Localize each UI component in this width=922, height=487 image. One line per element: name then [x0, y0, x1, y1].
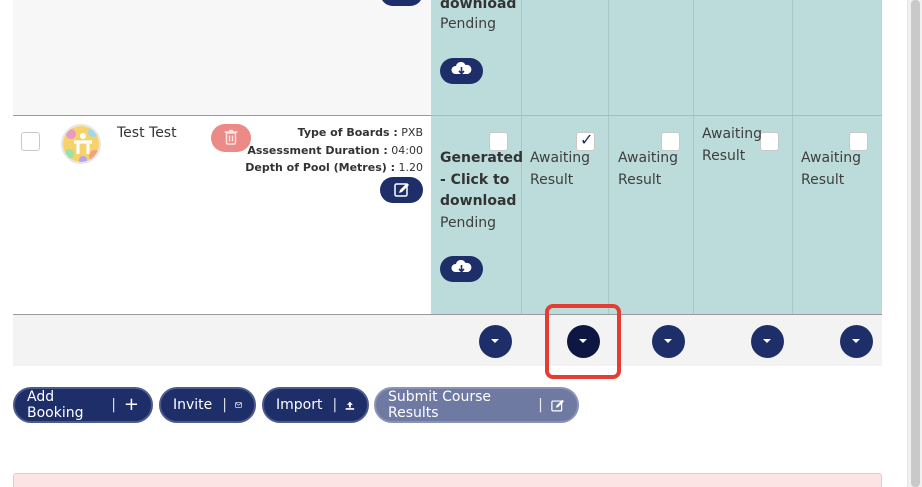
detail-boards: Type of Boards : PXB — [297, 126, 423, 139]
chevron-down-icon — [852, 339, 860, 343]
chevron-down-icon — [763, 339, 771, 343]
cert-text-line3: download — [440, 193, 517, 209]
detail-duration: Assessment Duration : 04:00 — [247, 143, 423, 157]
row-divider-results — [431, 115, 882, 116]
column-divider — [792, 0, 793, 314]
add-booking-button[interactable]: Add Booking | + — [13, 387, 153, 423]
chevron-down-icon — [491, 339, 499, 343]
previous-download-button[interactable] — [440, 58, 483, 84]
focus-highlight — [545, 304, 621, 379]
cert-text-line2: - Click to — [440, 172, 510, 188]
booking-details: Type of Boards : PXB Assessment Duration… — [213, 124, 423, 177]
result-4-line2: Result — [801, 172, 845, 188]
column-dropdown-result-2[interactable] — [652, 325, 685, 358]
bookings-table: download Pending Test Test Type of Board… — [13, 0, 882, 366]
result-checkbox-3[interactable] — [760, 132, 779, 151]
column-dropdown-cert[interactable] — [479, 325, 512, 358]
chevron-down-icon — [664, 339, 672, 343]
cert-status: Pending — [440, 215, 496, 231]
download-certificate-button[interactable] — [440, 256, 483, 282]
row-select-checkbox[interactable] — [21, 132, 40, 151]
invite-button[interactable]: Invite | — [159, 387, 256, 423]
result-3-line1: Awaiting — [702, 126, 763, 142]
detail-depth: Depth of Pool (Metres) : 1.20 — [245, 161, 423, 174]
previous-row-left — [13, 0, 431, 115]
scrollbar-thumb[interactable] — [911, 0, 920, 487]
cert-text-line1: Generated — [440, 150, 524, 166]
column-divider — [608, 0, 609, 314]
cloud-download-icon — [451, 61, 472, 75]
result-1-line1: Awaiting — [530, 150, 591, 166]
edit-booking-button[interactable] — [380, 177, 423, 203]
edit-icon — [394, 183, 409, 197]
column-dropdown-result-4[interactable] — [840, 325, 873, 358]
page: download Pending Test Test Type of Board… — [0, 0, 922, 487]
previous-cert-status: Pending — [440, 16, 496, 32]
edit-icon — [551, 399, 564, 411]
envelope-icon — [235, 402, 242, 408]
result-2-line1: Awaiting — [618, 150, 679, 166]
alert-box — [13, 473, 882, 487]
result-4-line1: Awaiting — [801, 150, 862, 166]
result-1-line2: Result — [530, 172, 574, 188]
result-2-line2: Result — [618, 172, 662, 188]
submit-course-results-button[interactable]: Submit Course Results | — [374, 387, 579, 423]
cloud-download-icon — [451, 259, 472, 273]
plus-icon: + — [123, 394, 139, 415]
upload-icon — [345, 401, 355, 410]
vertical-scrollbar[interactable] — [907, 0, 922, 487]
column-dropdown-result-3[interactable] — [751, 325, 784, 358]
import-button[interactable]: Import | — [262, 387, 369, 423]
avatar — [61, 124, 101, 164]
result-3-line2: Result — [702, 148, 746, 164]
column-divider — [693, 0, 694, 314]
booking-name: Test Test — [117, 125, 177, 141]
